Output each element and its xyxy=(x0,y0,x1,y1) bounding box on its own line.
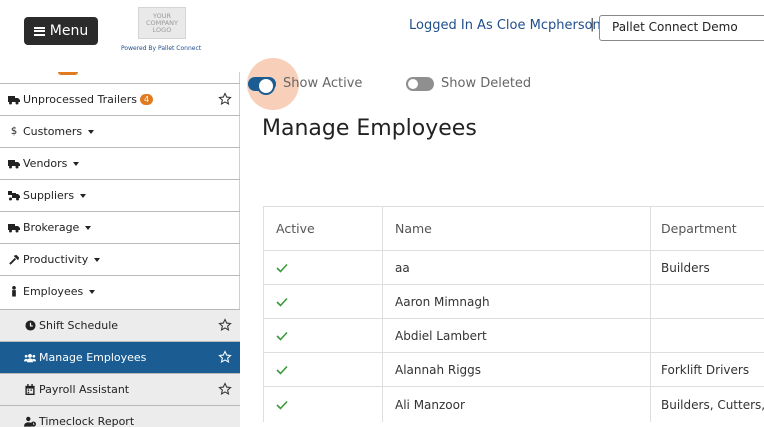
department-cell: Builders, Cutters, I xyxy=(650,387,764,422)
table-row[interactable]: Abdiel Lambert xyxy=(263,318,764,352)
show-deleted-toggle[interactable] xyxy=(406,77,434,91)
menu-button-label: Menu xyxy=(49,23,89,39)
toggle-knob xyxy=(408,79,418,89)
sidebar-item-label: Brokerage xyxy=(23,221,80,234)
active-cell xyxy=(263,319,382,352)
star-icon[interactable] xyxy=(218,92,232,106)
active-cell xyxy=(263,251,382,284)
company-logo: YOUR COMPANY LOGO xyxy=(138,7,186,39)
column-header-active[interactable]: Active xyxy=(263,207,382,250)
department-cell xyxy=(650,285,764,318)
count-badge: 4 xyxy=(140,94,154,105)
name-cell: Abdiel Lambert xyxy=(382,319,650,352)
name-cell: Ali Manzoor xyxy=(382,387,650,422)
toggle-knob[interactable] xyxy=(257,77,275,95)
dollar-icon: $ xyxy=(10,126,18,137)
sidebar-item-vendors[interactable]: Vendors xyxy=(0,147,240,179)
star-icon[interactable] xyxy=(218,382,232,396)
truck-loading-icon xyxy=(8,190,20,202)
sidebar-item-label: Manage Employees xyxy=(39,351,147,364)
active-cell xyxy=(263,387,382,422)
show-active-label: Show Active xyxy=(283,76,363,91)
company-select[interactable]: Pallet Connect Demo xyxy=(599,15,764,41)
user-clock-icon xyxy=(24,416,36,427)
star-icon[interactable] xyxy=(218,350,232,364)
star-icon[interactable] xyxy=(218,318,232,332)
sidebar-item-brokerage[interactable]: Brokerage xyxy=(0,211,240,243)
table-row[interactable]: Aaron Mimnagh xyxy=(263,284,764,318)
table-header-row: Active Name Department xyxy=(263,206,764,250)
sidebar-item-customers[interactable]: $ Customers xyxy=(0,115,240,147)
sidebar-item-shift-schedule[interactable]: Shift Schedule xyxy=(0,309,240,341)
column-header-department[interactable]: Department xyxy=(650,207,764,250)
page-title: Manage Employees xyxy=(262,116,477,141)
name-cell: Alannah Riggs xyxy=(382,353,650,386)
sidebar-item-manage-employees[interactable]: Manage Employees xyxy=(0,341,240,373)
table-row[interactable]: Alannah Riggs Forklift Drivers xyxy=(263,352,764,386)
caret-down-icon xyxy=(88,129,95,134)
truck-icon xyxy=(8,222,20,234)
sidebar-accent xyxy=(58,72,78,75)
app-root: Menu YOUR COMPANY LOGO Powered By Pallet… xyxy=(0,0,764,427)
hammer-icon xyxy=(8,254,20,266)
caret-down-icon xyxy=(89,289,96,294)
logo-line-3: LOGO xyxy=(152,25,172,34)
logged-in-user-link[interactable]: Logged In As Cloe Mcpherson xyxy=(409,18,601,33)
show-deleted-label: Show Deleted xyxy=(441,76,532,91)
sidebar-item-label: Suppliers xyxy=(23,189,75,202)
department-cell: Builders xyxy=(650,251,764,284)
name-cell: aa xyxy=(382,251,650,284)
name-cell: Aaron Mimnagh xyxy=(382,285,650,318)
table-row[interactable]: aa Builders xyxy=(263,250,764,284)
sidebar-item-label: Customers xyxy=(23,125,83,138)
person-icon xyxy=(8,286,20,298)
caret-down-icon xyxy=(80,193,87,198)
sidebar-item-label: Shift Schedule xyxy=(39,319,119,332)
sidebar-item-suppliers[interactable]: Suppliers xyxy=(0,179,240,211)
caret-down-icon xyxy=(94,257,101,262)
menu-button[interactable]: Menu xyxy=(24,17,98,45)
sidebar-item-payroll-assistant[interactable]: Payroll Assistant xyxy=(0,373,240,405)
table-row[interactable]: Ali Manzoor Builders, Cutters, I xyxy=(263,386,764,422)
sidebar-item-label: Employees xyxy=(23,285,84,298)
calendar-icon xyxy=(24,384,36,396)
sidebar-item-label: Timeclock Report xyxy=(39,415,135,427)
powered-by-text: Powered By Pallet Connect xyxy=(121,45,202,52)
check-icon xyxy=(276,263,288,273)
check-icon xyxy=(276,331,288,341)
header-separator: | xyxy=(590,17,595,32)
sidebar-item-label: Unprocessed Trailers xyxy=(23,93,138,106)
sidebar-item-label: Payroll Assistant xyxy=(39,383,130,396)
check-icon xyxy=(276,365,288,375)
top-header: Menu YOUR COMPANY LOGO Powered By Pallet… xyxy=(0,0,764,72)
truck-icon xyxy=(8,94,20,106)
column-header-name[interactable]: Name xyxy=(382,207,650,250)
sidebar: Unprocessed Trailers 4 $ Customers Vendo… xyxy=(0,72,240,427)
hamburger-icon xyxy=(33,26,45,36)
check-icon xyxy=(276,297,288,307)
sidebar-item-employees[interactable]: Employees xyxy=(0,275,240,307)
active-cell xyxy=(263,285,382,318)
sidebar-item-timeclock-report[interactable]: Timeclock Report xyxy=(0,405,240,427)
caret-down-icon xyxy=(73,161,80,166)
users-icon xyxy=(24,352,36,364)
truck-icon xyxy=(8,158,20,170)
department-cell: Forklift Drivers xyxy=(650,353,764,386)
clock-icon xyxy=(24,320,36,332)
department-cell xyxy=(650,319,764,352)
sidebar-item-label: Vendors xyxy=(23,157,68,170)
active-cell xyxy=(263,353,382,386)
sidebar-item-unprocessed-trailers[interactable]: Unprocessed Trailers 4 xyxy=(0,83,240,115)
check-icon xyxy=(276,400,288,410)
caret-down-icon xyxy=(85,225,92,230)
sidebar-item-productivity[interactable]: Productivity xyxy=(0,243,240,275)
sidebar-item-label: Productivity xyxy=(23,253,89,266)
